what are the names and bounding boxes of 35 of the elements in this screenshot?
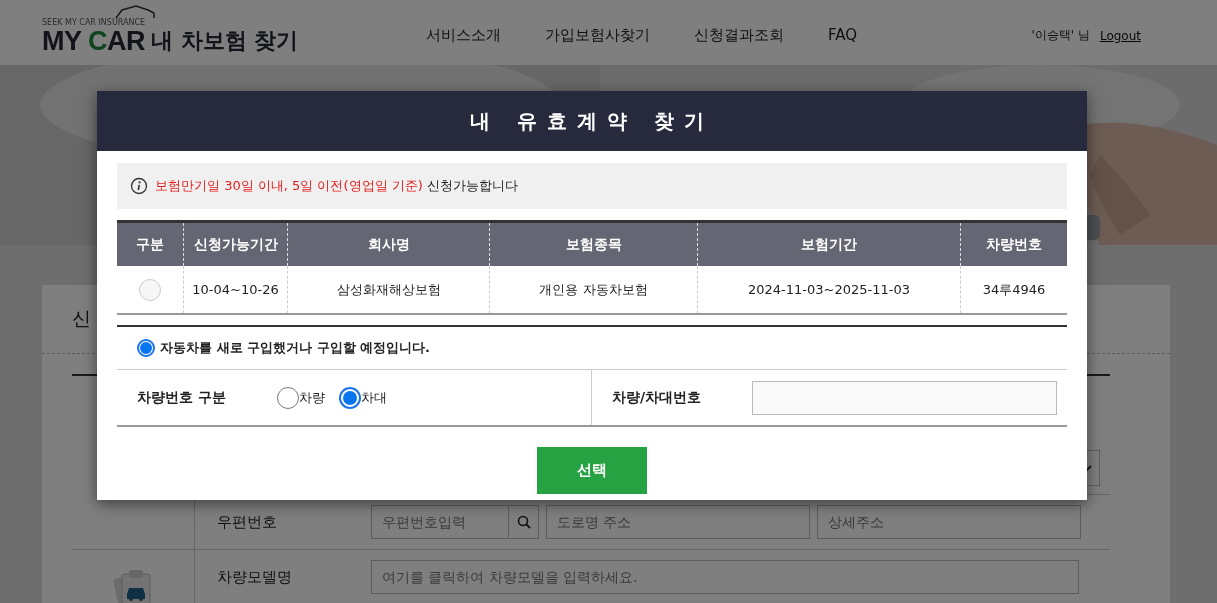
logo-wordmark[interactable]: MY CAR bbox=[42, 27, 146, 54]
nav-link[interactable]: 서비스소개 bbox=[426, 26, 501, 45]
input-field[interactable]: 상세주소 bbox=[817, 505, 1081, 539]
notice-text: 보험만기일 30일 이내, 5일 이전(영업일 기준) 신청가능합니다 bbox=[155, 177, 518, 195]
user-name: '이승택' 님 bbox=[1031, 27, 1090, 44]
column-header: 보험기간 bbox=[697, 221, 961, 266]
nav-link[interactable]: FAQ bbox=[828, 26, 858, 45]
column-header: 회사명 bbox=[287, 221, 490, 266]
table-cell: 삼성화재해상보험 bbox=[287, 266, 490, 314]
column-header: 보험종목 bbox=[489, 221, 698, 266]
nav-link[interactable]: 신청결과조회 bbox=[694, 26, 784, 45]
option-label[interactable]: 자동차를 새로 구입했거나 구입할 예정입니다. bbox=[160, 339, 431, 357]
column-header: 구분 bbox=[117, 221, 184, 266]
table-cell: 2024-11-03~2025-11-03 bbox=[697, 266, 961, 314]
table-cell: 10-04~10-26 bbox=[183, 266, 288, 314]
field-label: 우편번호 bbox=[216, 512, 278, 532]
logo-title[interactable]: 내 차보험 찾기 bbox=[151, 27, 299, 54]
radio-label[interactable]: 차량 bbox=[299, 388, 325, 407]
select-button[interactable]: 선택 bbox=[537, 447, 647, 494]
field-label: 차량/차대번호 bbox=[612, 388, 703, 407]
input-field[interactable]: 도로명 주소 bbox=[546, 505, 810, 539]
input-field[interactable]: 여기를 클릭하여 차량모델을 입력하세요. bbox=[371, 560, 1079, 594]
column-header: 차량번호 bbox=[960, 221, 1067, 266]
nav-link[interactable]: 가입보험사찾기 bbox=[545, 26, 650, 45]
logo-tagline: SEEK MY CAR INSURANCE bbox=[42, 17, 146, 27]
input-field[interactable]: 우편번호입력 bbox=[371, 505, 508, 539]
column-header: 신청가능기간 bbox=[183, 221, 288, 266]
field-label: 차량번호 구분 bbox=[137, 388, 227, 407]
dialog-title: 내 유효계약 찾기 bbox=[97, 91, 1087, 151]
table-cell: 개인용 자동차보험 bbox=[489, 266, 698, 314]
table-cell: 34루4946 bbox=[960, 266, 1067, 314]
section-title: 신 bbox=[72, 306, 91, 331]
field-label: 차량모델명 bbox=[216, 567, 293, 588]
radio-label[interactable]: 차대 bbox=[361, 388, 387, 407]
logout-link[interactable]: Logout bbox=[1099, 28, 1141, 43]
